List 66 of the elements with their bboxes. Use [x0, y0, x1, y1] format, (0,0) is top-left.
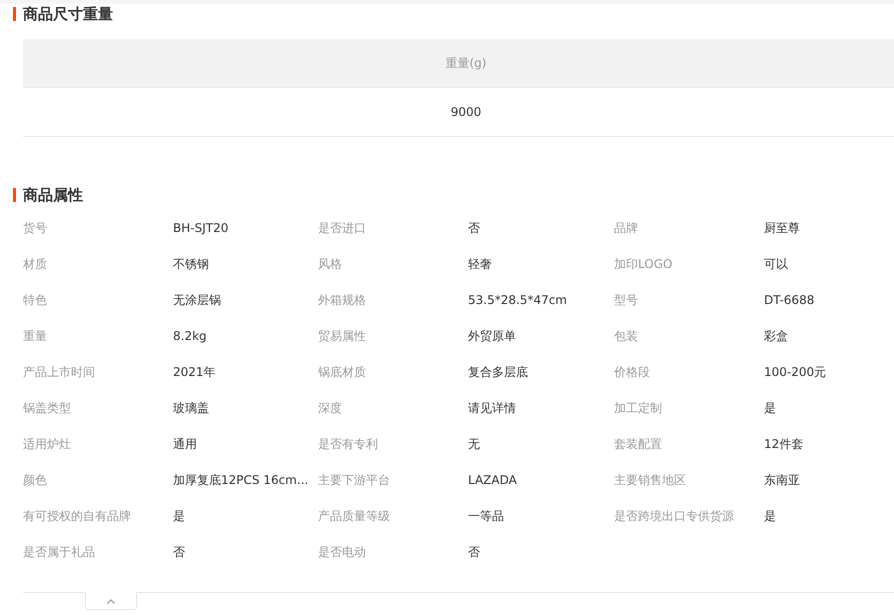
attribute-label: 加印LOGO: [614, 256, 672, 272]
section-title: 商品尺寸重量: [23, 4, 113, 24]
collapse-button[interactable]: [85, 592, 137, 610]
attribute-label: 材质: [23, 256, 47, 272]
attribute-value: 轻奢: [468, 256, 492, 272]
attribute-value: 否: [468, 544, 480, 560]
section-title: 商品属性: [23, 186, 83, 204]
attribute-value: 复合多层底: [468, 364, 528, 380]
attribute-label: 品牌: [614, 220, 638, 236]
attribute-value: 请见详情: [468, 400, 516, 416]
attribute-label: 锅底材质: [318, 364, 366, 380]
attribute-label: 货号: [23, 220, 47, 236]
attribute-label: 风格: [318, 256, 342, 272]
attribute-value: 可以: [764, 256, 788, 272]
attribute-value: 一等品: [468, 508, 504, 524]
attribute-value: LAZADA: [468, 473, 517, 487]
attribute-label: 深度: [318, 400, 342, 416]
accent-bar: [13, 188, 16, 202]
attribute-value: 通用: [173, 436, 197, 452]
attribute-label: 主要下游平台: [318, 472, 390, 488]
attribute-label: 外箱规格: [318, 292, 366, 308]
attribute-label: 加工定制: [614, 400, 662, 416]
attribute-label: 是否有专利: [318, 436, 378, 452]
accent-bar: [13, 7, 16, 21]
attribute-value: 厨至尊: [764, 220, 800, 236]
attribute-label: 锅盖类型: [23, 400, 71, 416]
column-header: 重量(g): [444, 54, 488, 72]
attribute-value: 不锈钢: [173, 256, 209, 272]
attribute-label: 是否属于礼品: [23, 544, 95, 560]
caret-up-icon: [107, 598, 115, 604]
attribute-label: 特色: [23, 292, 47, 308]
attribute-value: 东南亚: [764, 472, 800, 488]
attribute-label: 是否进口: [318, 220, 366, 236]
attribute-value: 无: [468, 436, 480, 452]
attribute-label: 是否电动: [318, 544, 366, 560]
attribute-label: 型号: [614, 292, 638, 308]
attribute-label: 是否跨境出口专供货源: [614, 508, 734, 524]
attribute-label: 套装配置: [614, 436, 662, 452]
table-cell-text: 9000: [450, 104, 482, 121]
attribute-label: 有可授权的自有品牌: [23, 508, 131, 524]
attribute-value: 是: [173, 508, 185, 524]
attribute-label: 产品质量等级: [318, 508, 390, 524]
attribute-label: 贸易属性: [318, 328, 366, 344]
attribute-label: 包装: [614, 328, 638, 344]
attribute-value: 100-200元: [764, 364, 826, 380]
attribute-value: DT-6688: [764, 293, 814, 307]
attribute-value: BH-SJT20: [173, 221, 228, 235]
attribute-label: 主要销售地区: [614, 472, 686, 488]
attribute-value: 53.5*28.5*47cm: [468, 293, 567, 307]
attribute-value: 加厚复底12PCS 16cm...: [173, 472, 308, 488]
attribute-value: 彩盒: [764, 328, 788, 344]
attribute-value: 外贸原单: [468, 328, 516, 344]
attribute-value: 玻璃盖: [173, 400, 209, 416]
attribute-value: 2021年: [173, 364, 216, 380]
attribute-label: 价格段: [614, 364, 650, 380]
attribute-value: 否: [173, 544, 185, 560]
attribute-label: 颜色: [23, 472, 47, 488]
attribute-value: 否: [468, 220, 480, 236]
attribute-value: 8.2kg: [173, 329, 207, 343]
attribute-label: 产品上市时间: [23, 364, 95, 380]
attribute-value: 12件套: [764, 436, 804, 452]
attribute-value: 是: [764, 400, 776, 416]
attribute-value: 无涂层锅: [173, 292, 221, 308]
attribute-label: 重量: [23, 328, 47, 344]
attribute-label: 适用炉灶: [23, 436, 71, 452]
attribute-value: 是: [764, 508, 776, 524]
